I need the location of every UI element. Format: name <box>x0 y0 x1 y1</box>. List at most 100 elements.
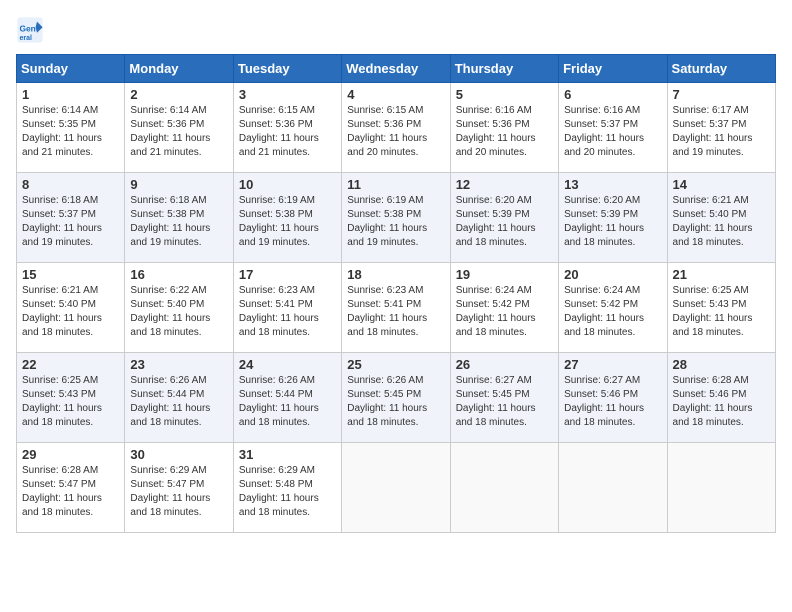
calendar-cell: 16 Sunrise: 6:22 AMSunset: 5:40 PMDayligh… <box>125 263 233 353</box>
day-info: Sunrise: 6:29 AMSunset: 5:48 PMDaylight:… <box>239 464 336 520</box>
day-number: 5 <box>456 87 553 102</box>
page-header: Gen eral <box>16 16 776 44</box>
day-info: Sunrise: 6:23 AMSunset: 5:41 PMDaylight:… <box>347 284 444 340</box>
day-info: Sunrise: 6:19 AMSunset: 5:38 PMDaylight:… <box>347 194 444 250</box>
day-info: Sunrise: 6:26 AMSunset: 5:44 PMDaylight:… <box>130 374 227 430</box>
day-info: Sunrise: 6:28 AMSunset: 5:47 PMDaylight:… <box>22 464 119 520</box>
calendar-cell: 4Sunrise: 6:15 AMSunset: 5:36 PMDaylight… <box>342 83 450 173</box>
svg-text:Gen: Gen <box>20 23 36 33</box>
day-info: Sunrise: 6:24 AMSunset: 5:42 PMDaylight:… <box>456 284 553 340</box>
calendar-week-row: 29Sunrise: 6:28 AMSunset: 5:47 PMDayligh… <box>17 443 776 533</box>
day-number: 27 <box>564 357 661 372</box>
day-number: 13 <box>564 177 661 192</box>
day-info: Sunrise: 6:21 AMSunset: 5:40 PMDaylight:… <box>22 284 119 340</box>
calendar-cell <box>450 443 558 533</box>
logo-icon: Gen eral <box>16 16 44 44</box>
day-info: Sunrise: 6:19 AMSunset: 5:38 PMDaylight:… <box>239 194 336 250</box>
day-number: 22 <box>22 357 119 372</box>
calendar-cell: 3Sunrise: 6:15 AMSunset: 5:36 PMDaylight… <box>233 83 341 173</box>
calendar-cell: 24 Sunrise: 6:26 AMSunset: 5:44 PMDayligh… <box>233 353 341 443</box>
calendar-cell: 28 Sunrise: 6:28 AMSunset: 5:46 PMDayligh… <box>667 353 775 443</box>
calendar-cell <box>342 443 450 533</box>
calendar-cell: 20 Sunrise: 6:24 AMSunset: 5:42 PMDayligh… <box>559 263 667 353</box>
weekday-header-saturday: Saturday <box>667 55 775 83</box>
day-number: 28 <box>673 357 770 372</box>
day-number: 21 <box>673 267 770 282</box>
day-info: Sunrise: 6:27 AMSunset: 5:46 PMDaylight:… <box>564 374 661 430</box>
calendar-week-row: 1Sunrise: 6:14 AMSunset: 5:35 PMDaylight… <box>17 83 776 173</box>
day-info: Sunrise: 6:24 AMSunset: 5:42 PMDaylight:… <box>564 284 661 340</box>
day-info: Sunrise: 6:18 AMSunset: 5:38 PMDaylight:… <box>130 194 227 250</box>
svg-text:eral: eral <box>20 35 33 42</box>
day-info: Sunrise: 6:17 AMSunset: 5:37 PMDaylight:… <box>673 104 770 160</box>
calendar-cell: 27 Sunrise: 6:27 AMSunset: 5:46 PMDayligh… <box>559 353 667 443</box>
day-number: 17 <box>239 267 336 282</box>
day-number: 19 <box>456 267 553 282</box>
day-info: Sunrise: 6:20 AMSunset: 5:39 PMDaylight:… <box>456 194 553 250</box>
day-info: Sunrise: 6:22 AMSunset: 5:40 PMDaylight:… <box>130 284 227 340</box>
day-number: 31 <box>239 447 336 462</box>
day-number: 25 <box>347 357 444 372</box>
day-info: Sunrise: 6:26 AMSunset: 5:45 PMDaylight:… <box>347 374 444 430</box>
day-info: Sunrise: 6:27 AMSunset: 5:45 PMDaylight:… <box>456 374 553 430</box>
calendar-cell: 31 Sunrise: 6:29 AMSunset: 5:48 PMDayligh… <box>233 443 341 533</box>
day-number: 8 <box>22 177 119 192</box>
day-number: 6 <box>564 87 661 102</box>
calendar-cell: 12 Sunrise: 6:20 AMSunset: 5:39 PMDayligh… <box>450 173 558 263</box>
calendar-cell: 19 Sunrise: 6:24 AMSunset: 5:42 PMDayligh… <box>450 263 558 353</box>
day-number: 20 <box>564 267 661 282</box>
calendar-cell: 13 Sunrise: 6:20 AMSunset: 5:39 PMDayligh… <box>559 173 667 263</box>
calendar-cell: 10 Sunrise: 6:19 AMSunset: 5:38 PMDayligh… <box>233 173 341 263</box>
calendar-cell: 11Sunrise: 6:19 AMSunset: 5:38 PMDayligh… <box>342 173 450 263</box>
calendar-cell: 5 Sunrise: 6:16 AMSunset: 5:36 PMDaylight… <box>450 83 558 173</box>
day-number: 12 <box>456 177 553 192</box>
calendar-cell: 18Sunrise: 6:23 AMSunset: 5:41 PMDayligh… <box>342 263 450 353</box>
calendar-cell: 2 Sunrise: 6:14 AMSunset: 5:36 PMDaylight… <box>125 83 233 173</box>
day-info: Sunrise: 6:20 AMSunset: 5:39 PMDaylight:… <box>564 194 661 250</box>
weekday-header-wednesday: Wednesday <box>342 55 450 83</box>
day-number: 23 <box>130 357 227 372</box>
calendar-cell <box>559 443 667 533</box>
day-info: Sunrise: 6:28 AMSunset: 5:46 PMDaylight:… <box>673 374 770 430</box>
logo: Gen eral <box>16 16 48 44</box>
day-number: 24 <box>239 357 336 372</box>
calendar-cell: 7 Sunrise: 6:17 AMSunset: 5:37 PMDaylight… <box>667 83 775 173</box>
day-info: Sunrise: 6:14 AMSunset: 5:35 PMDaylight:… <box>22 104 119 160</box>
day-info: Sunrise: 6:25 AMSunset: 5:43 PMDaylight:… <box>673 284 770 340</box>
calendar-cell: 6 Sunrise: 6:16 AMSunset: 5:37 PMDaylight… <box>559 83 667 173</box>
calendar-table: SundayMondayTuesdayWednesdayThursdayFrid… <box>16 54 776 533</box>
day-number: 2 <box>130 87 227 102</box>
day-info: Sunrise: 6:16 AMSunset: 5:37 PMDaylight:… <box>564 104 661 160</box>
calendar-cell: 8 Sunrise: 6:18 AMSunset: 5:37 PMDaylight… <box>17 173 125 263</box>
day-info: Sunrise: 6:29 AMSunset: 5:47 PMDaylight:… <box>130 464 227 520</box>
day-info: Sunrise: 6:26 AMSunset: 5:44 PMDaylight:… <box>239 374 336 430</box>
calendar-cell: 26 Sunrise: 6:27 AMSunset: 5:45 PMDayligh… <box>450 353 558 443</box>
calendar-cell: 22 Sunrise: 6:25 AMSunset: 5:43 PMDayligh… <box>17 353 125 443</box>
day-info: Sunrise: 6:25 AMSunset: 5:43 PMDaylight:… <box>22 374 119 430</box>
day-info: Sunrise: 6:18 AMSunset: 5:37 PMDaylight:… <box>22 194 119 250</box>
day-number: 10 <box>239 177 336 192</box>
day-info: Sunrise: 6:15 AMSunset: 5:36 PMDaylight:… <box>347 104 444 160</box>
day-number: 7 <box>673 87 770 102</box>
day-info: Sunrise: 6:23 AMSunset: 5:41 PMDaylight:… <box>239 284 336 340</box>
day-number: 9 <box>130 177 227 192</box>
day-number: 14 <box>673 177 770 192</box>
day-number: 16 <box>130 267 227 282</box>
weekday-header-sunday: Sunday <box>17 55 125 83</box>
calendar-cell: 21 Sunrise: 6:25 AMSunset: 5:43 PMDayligh… <box>667 263 775 353</box>
day-info: Sunrise: 6:14 AMSunset: 5:36 PMDaylight:… <box>130 104 227 160</box>
calendar-cell: 17 Sunrise: 6:23 AMSunset: 5:41 PMDayligh… <box>233 263 341 353</box>
day-number: 26 <box>456 357 553 372</box>
calendar-week-row: 15 Sunrise: 6:21 AMSunset: 5:40 PMDayligh… <box>17 263 776 353</box>
calendar-cell: 14 Sunrise: 6:21 AMSunset: 5:40 PMDayligh… <box>667 173 775 263</box>
calendar-cell: 23 Sunrise: 6:26 AMSunset: 5:44 PMDayligh… <box>125 353 233 443</box>
calendar-cell: 15 Sunrise: 6:21 AMSunset: 5:40 PMDayligh… <box>17 263 125 353</box>
day-number: 3 <box>239 87 336 102</box>
calendar-cell: 1Sunrise: 6:14 AMSunset: 5:35 PMDaylight… <box>17 83 125 173</box>
calendar-cell: 30Sunrise: 6:29 AMSunset: 5:47 PMDayligh… <box>125 443 233 533</box>
day-number: 15 <box>22 267 119 282</box>
calendar-cell: 9 Sunrise: 6:18 AMSunset: 5:38 PMDaylight… <box>125 173 233 263</box>
day-info: Sunrise: 6:21 AMSunset: 5:40 PMDaylight:… <box>673 194 770 250</box>
weekday-header-monday: Monday <box>125 55 233 83</box>
day-info: Sunrise: 6:16 AMSunset: 5:36 PMDaylight:… <box>456 104 553 160</box>
